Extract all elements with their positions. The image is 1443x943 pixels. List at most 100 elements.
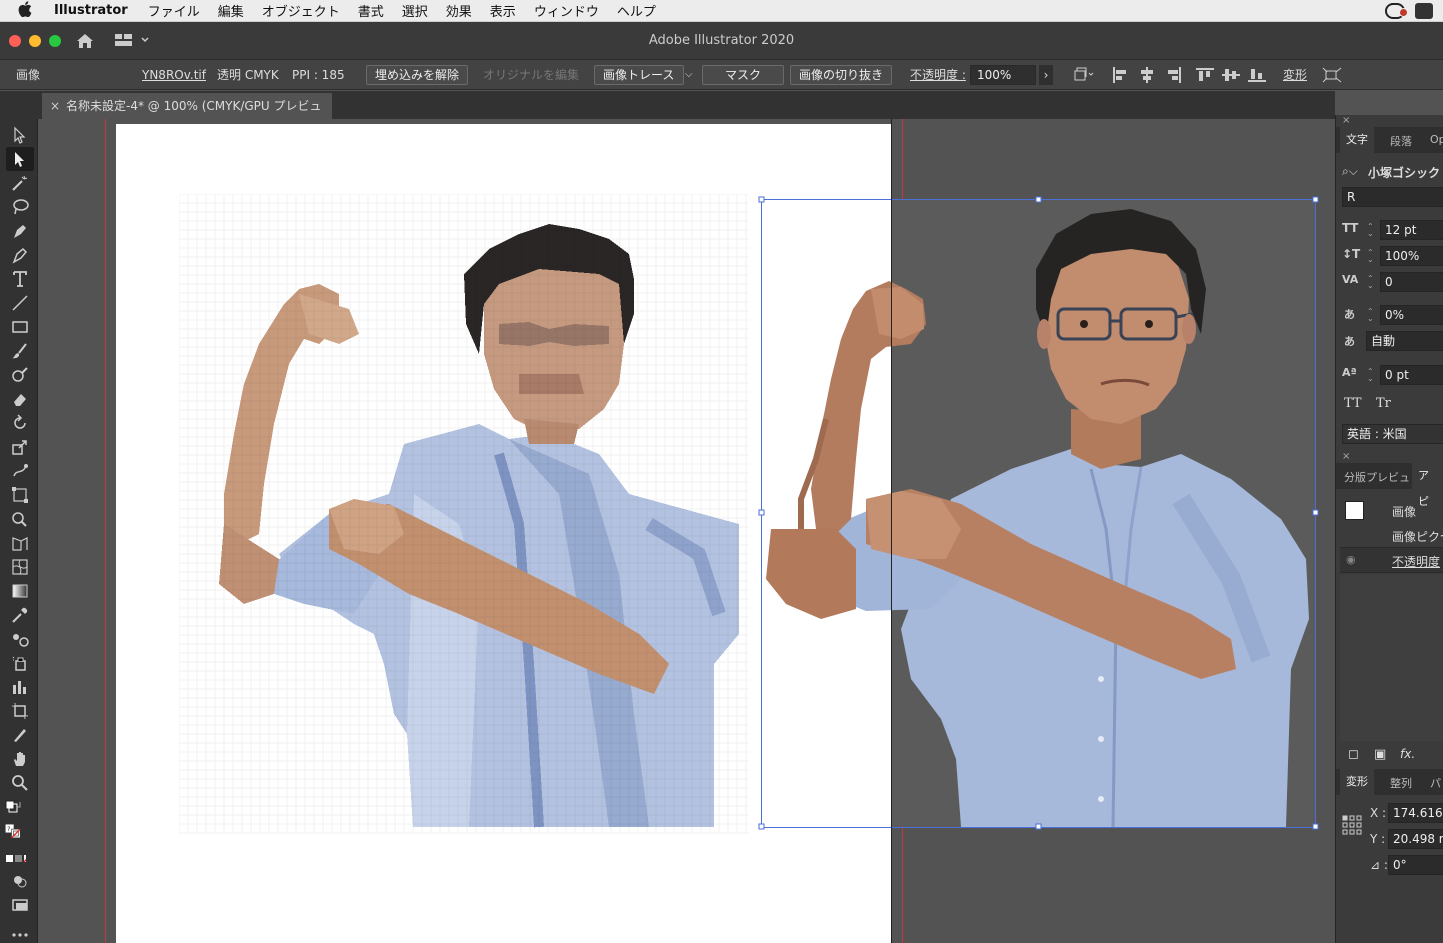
unembed-button[interactable]: 埋め込みを解除	[366, 65, 469, 85]
tracking-input[interactable]: 0	[1380, 272, 1443, 292]
character-panel-close-icon[interactable]: ×	[1342, 115, 1350, 126]
angle-input[interactable]: 0°	[1388, 855, 1443, 875]
tab-align[interactable]: 整列	[1390, 775, 1412, 791]
crop-image-button[interactable]: 画像の切り抜き	[790, 65, 893, 85]
menu-effect[interactable]: 効果	[446, 1, 472, 20]
selection-bounding-box[interactable]	[758, 196, 1320, 830]
menu-extra-icon[interactable]	[1415, 3, 1433, 19]
opacity-label[interactable]: 不透明度 :	[910, 65, 966, 85]
align-bottom-icon[interactable]	[1248, 67, 1266, 87]
isolate-object-icon[interactable]	[1322, 67, 1342, 87]
canvas-area[interactable]	[39, 119, 1335, 943]
swap-default-colors-icon[interactable]	[4, 799, 24, 819]
menu-file[interactable]: ファイル	[148, 1, 200, 20]
align-top-icon[interactable]	[1196, 67, 1214, 87]
tsume-input[interactable]: 0%	[1380, 305, 1443, 325]
aki-select[interactable]: 自動	[1366, 331, 1443, 351]
leading-stepper-icon[interactable]: ⌃ ⌄	[1367, 249, 1375, 264]
visibility-eye-icon[interactable]: ◉	[1346, 553, 1356, 566]
column-graph-tool-icon[interactable]	[10, 677, 30, 697]
align-left-icon[interactable]	[1112, 67, 1130, 87]
menu-view[interactable]: 表示	[490, 1, 516, 20]
rectangle-tool-icon[interactable]	[10, 317, 30, 337]
tab-opentype[interactable]: Op	[1430, 133, 1443, 146]
x-input[interactable]: 174.616	[1388, 803, 1443, 823]
selection-tool-icon[interactable]	[10, 125, 30, 145]
menu-window[interactable]: ウィンドウ	[534, 1, 599, 20]
free-transform-tool-icon[interactable]	[10, 485, 30, 505]
tab-paragraph[interactable]: 段落	[1390, 133, 1412, 149]
curvature-tool-icon[interactable]	[10, 245, 30, 265]
align-horizontal-center-icon[interactable]	[1138, 67, 1156, 87]
perspective-grid-tool-icon[interactable]	[10, 533, 30, 553]
opacity-arrow-icon[interactable]: ›	[1039, 65, 1053, 85]
mesh-tool-icon[interactable]	[10, 557, 30, 577]
pixelated-photo-image[interactable]	[179, 194, 749, 834]
appearance-panel-close-icon[interactable]: ×	[1342, 451, 1350, 462]
tsume-stepper-icon[interactable]: ⌃ ⌄	[1367, 308, 1375, 323]
font-family-field[interactable]: 小塚ゴシック	[1368, 164, 1440, 181]
document-tab[interactable]: × 名称未設定-4* @ 100% (CMYK/GPU プレビュー)	[42, 93, 332, 139]
align-right-icon[interactable]	[1164, 67, 1182, 87]
line-tool-icon[interactable]	[10, 293, 30, 313]
artboard-tool-icon[interactable]	[10, 701, 30, 721]
mask-button[interactable]: マスク	[702, 65, 784, 85]
opacity-input[interactable]: 100%	[970, 65, 1036, 85]
slice-tool-icon[interactable]	[10, 725, 30, 745]
pen-tool-icon[interactable]	[10, 221, 30, 241]
puppet-warp-tool-icon[interactable]	[10, 461, 30, 481]
baseline-shift-input[interactable]: 0 pt	[1380, 365, 1443, 385]
reference-point-grid-icon[interactable]	[1342, 815, 1362, 835]
app-menu[interactable]: Illustrator	[54, 3, 128, 18]
creative-cloud-icon[interactable]	[1385, 3, 1408, 19]
scale-tool-icon[interactable]	[10, 437, 30, 457]
menu-object[interactable]: オブジェクト	[262, 1, 340, 20]
shape-builder-tool-icon[interactable]	[10, 509, 30, 529]
lasso-tool-icon[interactable]	[10, 197, 30, 217]
tab-transform[interactable]: 変形	[1340, 769, 1374, 795]
zoom-tool-icon[interactable]	[10, 773, 30, 793]
apple-icon[interactable]	[18, 0, 36, 21]
font-style-field[interactable]: R	[1342, 187, 1443, 207]
add-stroke-icon[interactable]: ◻	[1348, 747, 1359, 762]
eyedropper-tool-icon[interactable]	[10, 605, 30, 625]
magic-wand-tool-icon[interactable]	[10, 173, 30, 193]
menu-help[interactable]: ヘルプ	[617, 1, 656, 20]
tab-separations-preview[interactable]: 分版プレビュ	[1344, 469, 1410, 485]
image-trace-dropdown-icon[interactable]: ⌵	[685, 65, 693, 85]
tab-character[interactable]: 文字	[1340, 127, 1374, 153]
font-search-icon[interactable]: ⌕⌵	[1342, 164, 1358, 179]
edit-toolbar-icon[interactable]	[10, 925, 30, 943]
linked-file-link[interactable]: YN8ROv.tif	[142, 65, 206, 85]
font-size-stepper-icon[interactable]: ⌃ ⌄	[1367, 223, 1375, 238]
reference-point-icon[interactable]	[1074, 67, 1094, 87]
tracking-stepper-icon[interactable]: ⌃ ⌄	[1367, 275, 1375, 290]
appearance-opacity-link[interactable]: 不透明度	[1392, 553, 1440, 570]
y-input[interactable]: 20.498 r	[1388, 829, 1443, 849]
baseline-shift-stepper-icon[interactable]: ⌃ ⌄	[1367, 368, 1375, 383]
add-fill-icon[interactable]: ▣	[1374, 747, 1386, 762]
image-trace-button[interactable]: 画像トレース	[594, 65, 684, 85]
rotate-tool-icon[interactable]	[10, 413, 30, 433]
transform-link[interactable]: 変形	[1283, 65, 1307, 85]
draw-mode-icon[interactable]	[10, 871, 30, 891]
paintbrush-tool-icon[interactable]	[10, 341, 30, 361]
language-select[interactable]: 英語 : 米国	[1342, 424, 1443, 444]
direct-selection-tool-icon[interactable]	[6, 147, 34, 171]
add-effect-icon[interactable]: fx.	[1400, 747, 1415, 761]
blend-tool-icon[interactable]	[10, 629, 30, 649]
tab-pathfinder[interactable]: パ	[1430, 775, 1441, 791]
tab-appearance[interactable]: アピ	[1412, 463, 1443, 508]
type-tool-icon[interactable]	[10, 269, 30, 289]
leading-input[interactable]: 100%	[1380, 246, 1443, 266]
eraser-tool-icon[interactable]	[10, 389, 30, 409]
all-caps-button[interactable]: TT	[1344, 396, 1362, 411]
edit-original-button[interactable]: オリジナルを編集	[483, 65, 579, 85]
small-caps-button[interactable]: Tr	[1376, 396, 1391, 411]
hand-tool-icon[interactable]	[10, 749, 30, 769]
color-mode-swatches-icon[interactable]	[6, 853, 34, 863]
fill-stroke-swatch-icon[interactable]: ?	[4, 821, 36, 847]
menu-select[interactable]: 選択	[402, 1, 428, 20]
screen-mode-icon[interactable]	[10, 895, 30, 915]
align-vertical-center-icon[interactable]	[1222, 67, 1240, 87]
